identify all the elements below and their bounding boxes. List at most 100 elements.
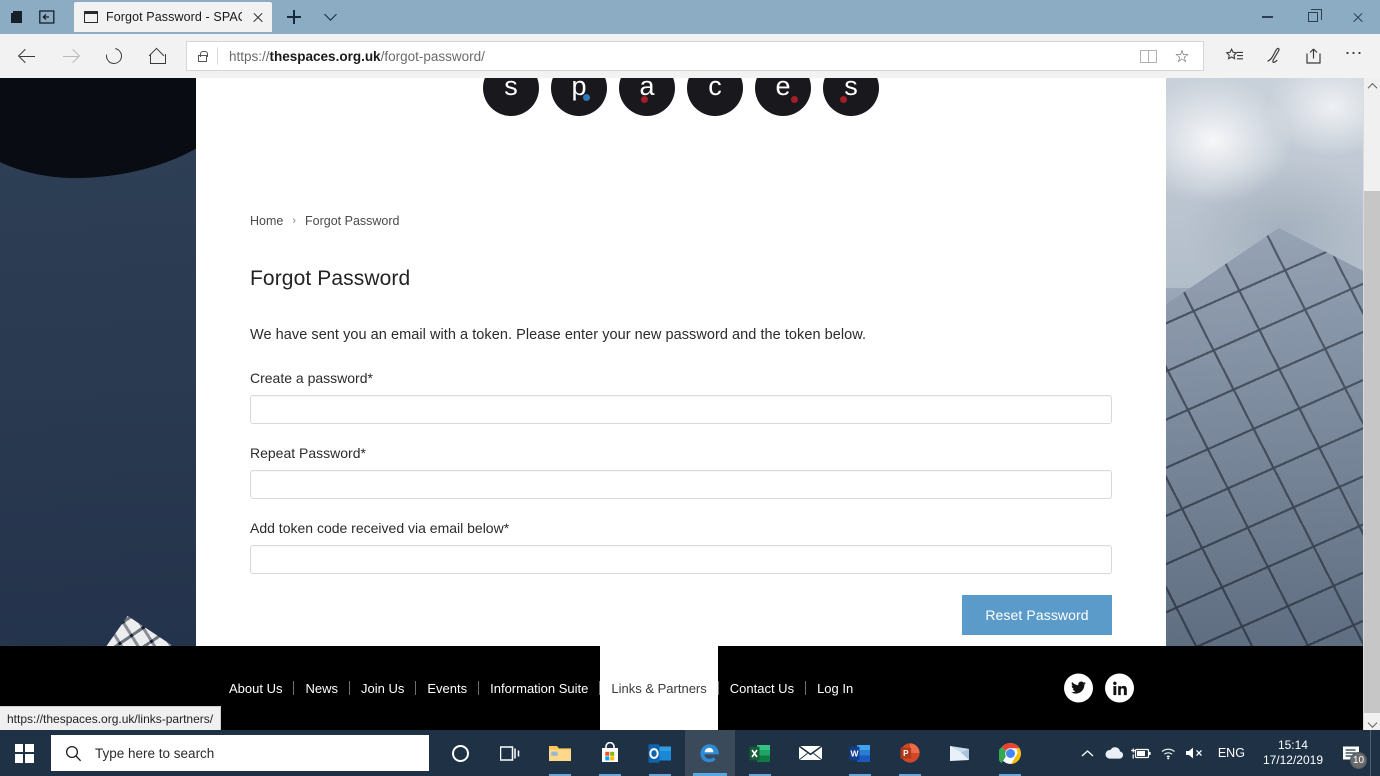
taskbar-app-excel[interactable] xyxy=(735,730,785,776)
volume-icon-button[interactable] xyxy=(1182,730,1209,776)
star-icon: ☆ xyxy=(1174,46,1190,66)
mail-icon xyxy=(798,745,822,761)
taskbar-app-edge[interactable] xyxy=(685,730,735,776)
logo-letter-s-0: s xyxy=(483,78,539,116)
maximize-button[interactable] xyxy=(1290,0,1335,34)
scrollbar-track[interactable] xyxy=(1364,95,1380,713)
onedrive-cloud-icon xyxy=(1105,747,1124,759)
logo-letter-s-5: s xyxy=(823,78,879,116)
chevron-up-icon xyxy=(1367,82,1377,93)
create-password-input[interactable] xyxy=(250,395,1112,424)
language-indicator[interactable]: ENG xyxy=(1209,746,1254,760)
token-code-label: Add token code received via email below* xyxy=(250,520,510,536)
battery-charging-icon xyxy=(1131,748,1151,758)
footer-link-log-in[interactable]: Log In xyxy=(806,646,864,730)
logo-letter-a-2: a xyxy=(619,78,675,116)
scroll-down-button[interactable] xyxy=(1364,713,1380,730)
logo-dot-0 xyxy=(791,96,798,103)
breadcrumb-current: Forgot Password xyxy=(305,214,400,228)
url-text: https://thespaces.org.uk/forgot-password… xyxy=(229,48,485,64)
page-intro-text: We have sent you an email with a token. … xyxy=(250,327,867,343)
footer-link-events[interactable]: Events xyxy=(416,646,478,730)
svg-text:W: W xyxy=(850,748,859,758)
token-code-input[interactable] xyxy=(250,545,1112,574)
chevron-up-icon xyxy=(1081,749,1094,756)
windows-taskbar: Type here to search W P ENG 15:14 17/12/… xyxy=(0,730,1380,776)
scroll-up-button[interactable] xyxy=(1364,78,1380,95)
cortana-button[interactable] xyxy=(435,730,485,776)
edge-icon xyxy=(700,744,719,763)
task-view-icon xyxy=(499,745,519,761)
close-icon[interactable] xyxy=(250,9,266,25)
taskbar-app-mail[interactable] xyxy=(785,730,835,776)
tab-menu-button[interactable] xyxy=(316,2,344,32)
taskbar-app-outlook[interactable] xyxy=(635,730,685,776)
file-explorer-icon xyxy=(549,746,571,761)
link-status-tooltip: https://thespaces.org.uk/links-partners/ xyxy=(0,706,222,730)
share-button[interactable] xyxy=(1294,37,1334,75)
site-logo[interactable]: s pa c e s xyxy=(196,78,1166,120)
action-center-button[interactable]: 10 xyxy=(1332,730,1370,776)
back-button[interactable] xyxy=(6,37,49,75)
reading-view-button[interactable] xyxy=(1131,42,1165,70)
clock[interactable]: 15:14 17/12/2019 xyxy=(1254,738,1332,768)
chevron-down-icon xyxy=(1367,717,1377,728)
network-icon-button[interactable] xyxy=(1155,730,1182,776)
linkedin-icon[interactable] xyxy=(1105,673,1134,703)
taskbar-app-powerpoint[interactable]: P xyxy=(885,730,935,776)
star-list-icon xyxy=(1225,47,1243,60)
favorites-list-button[interactable] xyxy=(1214,37,1254,75)
start-button[interactable] xyxy=(0,730,48,776)
search-icon xyxy=(65,745,82,761)
notes-button[interactable] xyxy=(1254,37,1294,75)
page-scrollbar[interactable] xyxy=(1363,78,1380,730)
taskbar-app-microsoft-store[interactable] xyxy=(585,730,635,776)
browser-titlebar: Forgot Password - SPAC xyxy=(0,0,1380,34)
windows-start-icon xyxy=(14,743,34,763)
arrow-right-icon xyxy=(62,48,79,65)
twitter-icon[interactable] xyxy=(1064,673,1093,703)
footer-link-contact-us[interactable]: Contact Us xyxy=(719,646,805,730)
powerpoint-icon: P xyxy=(900,743,920,763)
excel-icon xyxy=(749,744,770,762)
taskbar-search-box[interactable]: Type here to search xyxy=(51,735,429,771)
taskbar-app-file-explorer[interactable] xyxy=(535,730,585,776)
book-icon xyxy=(1139,49,1157,63)
onedrive-icon-button[interactable] xyxy=(1101,730,1128,776)
close-window-button[interactable] xyxy=(1335,0,1380,34)
taskbar-app-word[interactable]: W xyxy=(835,730,885,776)
background-image-right xyxy=(1166,78,1380,730)
show-desktop-button[interactable] xyxy=(1370,730,1377,776)
footer-link-about-us[interactable]: About Us xyxy=(218,646,293,730)
footer-link-news[interactable]: News xyxy=(294,646,349,730)
refresh-button[interactable] xyxy=(92,37,135,75)
battery-icon-button[interactable] xyxy=(1128,730,1155,776)
browser-tab[interactable]: Forgot Password - SPAC xyxy=(74,2,272,32)
tray-overflow-button[interactable] xyxy=(1074,730,1101,776)
footer-link-join-us[interactable]: Join Us xyxy=(350,646,415,730)
microsoft-store-icon xyxy=(602,742,618,762)
more-button[interactable]: ⋯ xyxy=(1334,37,1374,75)
create-password-label: Create a password* xyxy=(250,370,373,386)
close-icon xyxy=(1352,11,1364,23)
taskbar-app-onenote[interactable] xyxy=(935,730,985,776)
task-view-button[interactable] xyxy=(485,730,535,776)
tab-preview-icon[interactable] xyxy=(6,6,28,28)
breadcrumb-home-link[interactable]: Home xyxy=(250,214,283,228)
address-bar[interactable]: https://thespaces.org.uk/forgot-password… xyxy=(186,41,1204,71)
chevron-right-icon: › xyxy=(292,215,297,227)
new-tab-button[interactable] xyxy=(280,2,308,32)
add-favorite-button[interactable]: ☆ xyxy=(1165,42,1199,70)
taskbar-app-chrome[interactable] xyxy=(985,730,1035,776)
footer-link-information-suite[interactable]: Information Suite xyxy=(479,646,599,730)
repeat-password-input[interactable] xyxy=(250,470,1112,499)
footer-link-links-partners[interactable]: Links & Partners xyxy=(600,646,718,730)
reset-password-button[interactable]: Reset Password xyxy=(962,595,1112,635)
minimize-button[interactable] xyxy=(1245,0,1290,34)
chrome-icon xyxy=(998,742,1021,764)
scrollbar-thumb[interactable] xyxy=(1364,95,1380,191)
home-icon xyxy=(148,49,166,64)
home-button[interactable] xyxy=(135,37,178,75)
set-aside-tabs-icon[interactable] xyxy=(36,6,58,28)
forward-button[interactable] xyxy=(49,37,92,75)
